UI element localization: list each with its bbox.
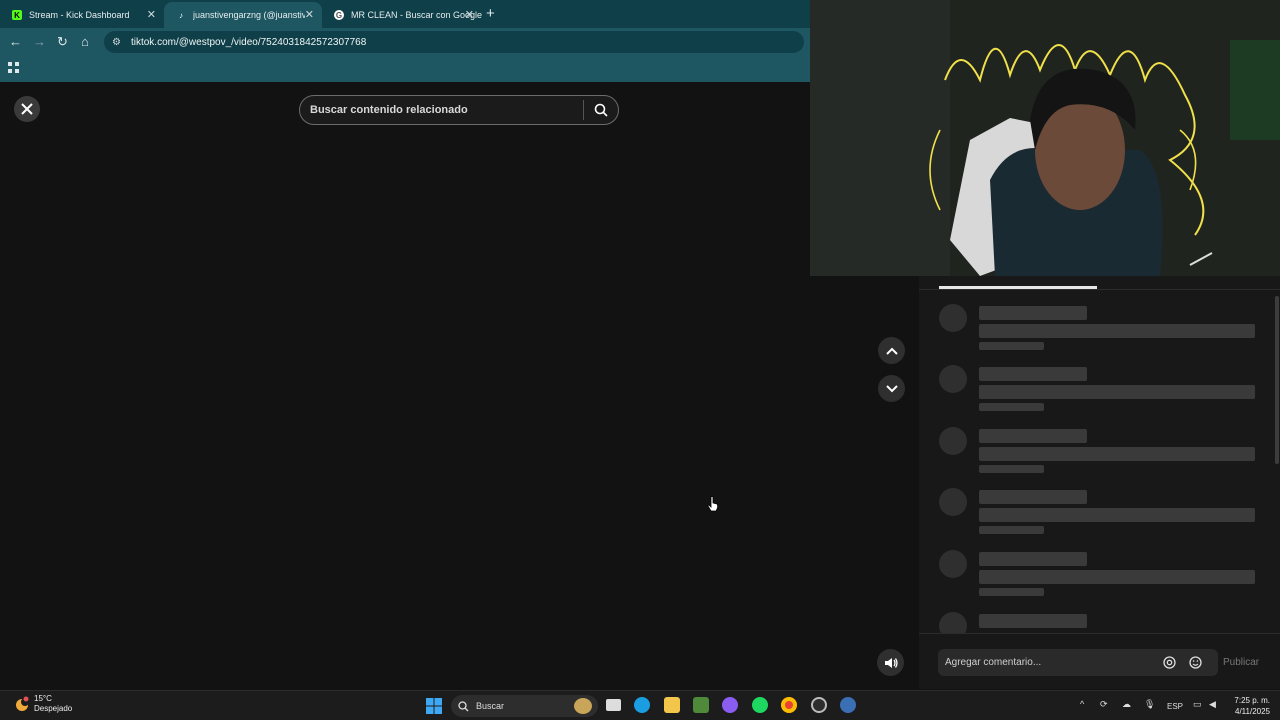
- tab-title: MR CLEAN - Buscar con Google: [351, 10, 482, 20]
- microphone-icon[interactable]: 🎙: [1144, 699, 1155, 710]
- chevron-up-icon: [885, 347, 898, 355]
- skeleton-line: [979, 588, 1044, 596]
- windows-taskbar: 15°C Despejado Buscar ^ ⟳ ☁ 🎙 ESP ▭ ◀ 7:…: [0, 690, 1280, 720]
- file-explorer-icon[interactable]: [664, 697, 680, 713]
- mention-icon[interactable]: [1156, 656, 1182, 669]
- close-icon: [21, 103, 33, 115]
- tab-title: juanstivengarzng (@juanstiven: [193, 10, 305, 20]
- webcam-feed-image: [810, 0, 1280, 276]
- skeleton-line: [979, 526, 1044, 534]
- hand-cursor-icon: [707, 496, 719, 512]
- related-search-input[interactable]: [300, 104, 584, 116]
- new-tab-button[interactable]: +: [486, 5, 495, 22]
- minecraft-icon[interactable]: [693, 697, 709, 713]
- browser-tab-bar: K Stream - Kick Dashboard ✕ ♪ juanstiven…: [0, 0, 810, 28]
- screen: K Stream - Kick Dashboard ✕ ♪ juanstiven…: [0, 0, 1280, 720]
- comment-composer: Publicar: [919, 633, 1280, 689]
- home-icon[interactable]: ⌂: [81, 34, 89, 49]
- taskbar-search-label: Buscar: [476, 701, 505, 711]
- system-clock[interactable]: 7:25 p. m. 4/11/2025: [1228, 695, 1270, 717]
- browser-toolbar: ← → ↻ ⌂ ⚙ tiktok.com/@westpov_/video/752…: [0, 28, 810, 56]
- tab-title: Stream - Kick Dashboard: [29, 10, 130, 20]
- skeleton-line: [979, 465, 1044, 473]
- skeleton-avatar: [939, 427, 967, 455]
- weather-widget[interactable]: 15°C Despejado: [14, 694, 72, 714]
- network-app-icon[interactable]: ☁: [1122, 699, 1131, 710]
- address-bar[interactable]: ⚙ tiktok.com/@westpov_/video/75240318425…: [104, 31, 804, 53]
- windows-start-icon[interactable]: [426, 698, 442, 714]
- skeleton-line: [979, 614, 1087, 628]
- site-info-icon[interactable]: ⚙: [112, 37, 121, 48]
- tab-kick-dashboard[interactable]: K Stream - Kick Dashboard ✕: [0, 2, 164, 28]
- search-icon: [458, 700, 469, 711]
- tab-google-search[interactable]: G MR CLEAN - Buscar con Google ✕: [322, 2, 482, 28]
- emoji-icon[interactable]: [1182, 656, 1208, 669]
- task-view-icon[interactable]: [606, 699, 621, 711]
- skeleton-line: [979, 508, 1255, 522]
- search-highlight-icon: [574, 698, 592, 714]
- comments-panel: [919, 276, 1280, 689]
- skeleton-line: [979, 342, 1044, 350]
- skeleton-avatar: [939, 304, 967, 332]
- skeleton-line: [979, 490, 1087, 504]
- previous-video-button[interactable]: [878, 337, 905, 364]
- skeleton-avatar: [939, 488, 967, 516]
- spotify-icon[interactable]: [752, 697, 768, 713]
- url-text: tiktok.com/@westpov_/video/7524031842572…: [130, 36, 367, 48]
- obs-icon[interactable]: [811, 697, 827, 713]
- show-hidden-icons-button[interactable]: ^: [1080, 699, 1084, 709]
- skeleton-line: [979, 570, 1255, 584]
- publish-button[interactable]: Publicar: [1223, 657, 1259, 668]
- clock-date: 4/11/2025: [1235, 707, 1270, 716]
- close-tab-icon[interactable]: ✕: [305, 8, 314, 21]
- related-search-box[interactable]: [299, 95, 619, 125]
- webcam-overlay: [810, 0, 1280, 276]
- kick-icon: K: [12, 10, 22, 20]
- skeleton-line: [979, 385, 1255, 399]
- settings-gear-icon[interactable]: [840, 697, 856, 713]
- next-video-button[interactable]: [878, 375, 905, 402]
- google-icon: G: [334, 10, 344, 20]
- weather-moon-icon: [16, 696, 29, 711]
- weather-condition: Despejado: [34, 704, 73, 713]
- skeleton-line: [979, 447, 1255, 461]
- skeleton-line: [979, 552, 1087, 566]
- display-icon[interactable]: ▭: [1193, 699, 1202, 710]
- close-tab-icon[interactable]: ✕: [147, 8, 156, 21]
- volume-button[interactable]: [877, 649, 904, 676]
- skeleton-line: [979, 429, 1087, 443]
- comments-tab-strip: [919, 276, 1280, 290]
- copilot-icon[interactable]: [722, 697, 738, 713]
- back-arrow-icon[interactable]: ←: [9, 34, 22, 49]
- edge-icon[interactable]: [634, 697, 650, 713]
- tab-tiktok[interactable]: ♪ juanstivengarzng (@juanstiven ✕: [164, 2, 322, 28]
- close-tab-icon[interactable]: ✕: [465, 8, 474, 21]
- skeleton-line: [979, 403, 1044, 411]
- language-indicator[interactable]: ESP: [1167, 702, 1183, 711]
- comment-input[interactable]: [938, 657, 1156, 668]
- forward-arrow-icon[interactable]: →: [33, 34, 46, 49]
- tiktok-icon: ♪: [179, 10, 183, 20]
- weather-temp: 15°C: [34, 694, 52, 703]
- sync-icon[interactable]: ⟳: [1100, 699, 1108, 710]
- skeleton-avatar: [939, 365, 967, 393]
- skeleton-line: [979, 324, 1255, 338]
- apps-grid-icon[interactable]: [8, 62, 19, 73]
- comments-scrollbar[interactable]: [1275, 296, 1279, 464]
- close-video-button[interactable]: [14, 96, 40, 122]
- bookmarks-bar: [0, 56, 810, 82]
- active-tab-indicator: [939, 286, 1097, 289]
- search-icon[interactable]: [584, 103, 618, 117]
- clock-time: 7:25 p. m.: [1234, 696, 1270, 705]
- skeleton-avatar: [939, 550, 967, 578]
- chrome-icon[interactable]: [781, 697, 797, 713]
- volume-icon: [884, 657, 898, 668]
- reload-icon[interactable]: ↻: [57, 34, 68, 50]
- skeleton-line: [979, 367, 1087, 381]
- taskbar-search[interactable]: Buscar: [451, 695, 598, 717]
- chevron-down-icon: [885, 384, 898, 392]
- comment-box[interactable]: [938, 649, 1218, 676]
- speaker-icon[interactable]: ◀: [1209, 699, 1216, 710]
- skeleton-line: [979, 306, 1087, 320]
